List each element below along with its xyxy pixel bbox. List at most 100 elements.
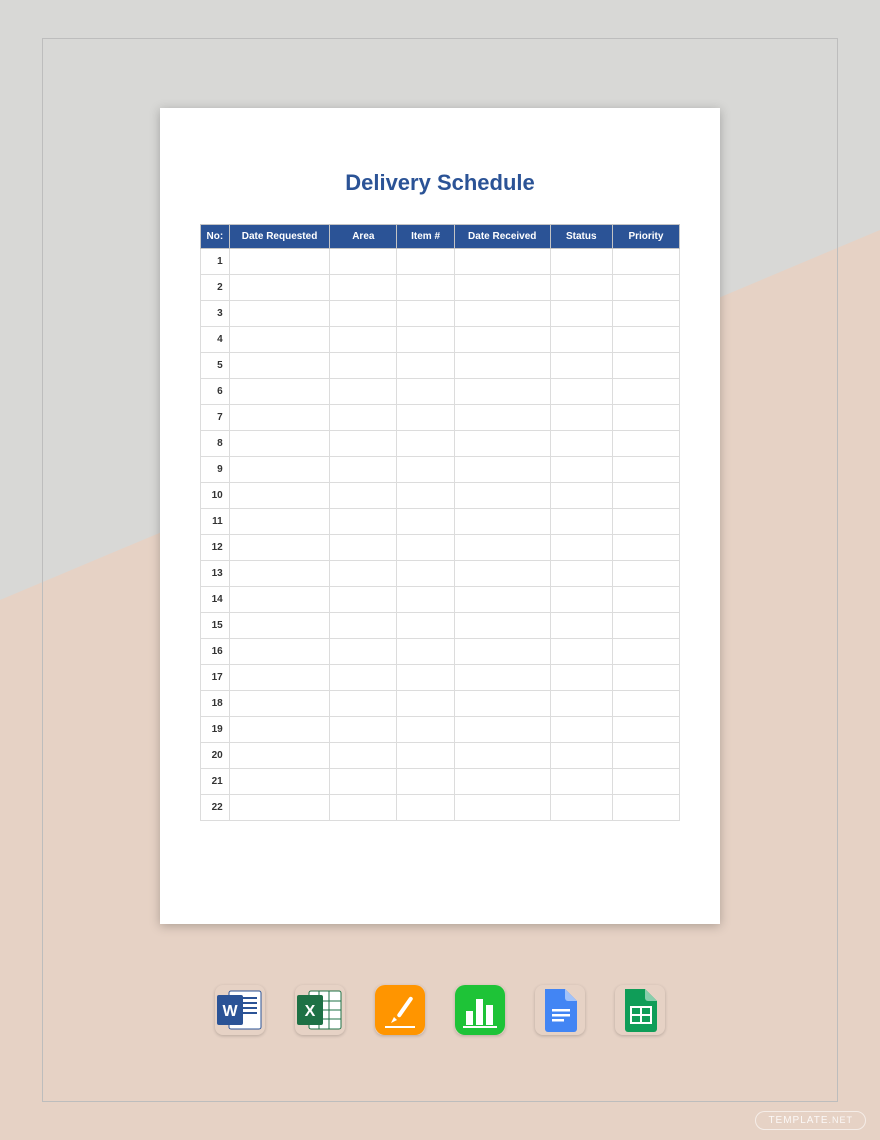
cell-area — [330, 405, 397, 431]
table-row: 4 — [201, 327, 680, 353]
cell-item — [397, 561, 454, 587]
table-row: 14 — [201, 587, 680, 613]
cell-priority — [612, 327, 679, 353]
cell-status — [550, 769, 612, 795]
cell-date_received — [454, 795, 550, 821]
cell-date_received — [454, 275, 550, 301]
cell-no: 2 — [201, 275, 230, 301]
pages-icon[interactable] — [375, 985, 425, 1035]
cell-no: 5 — [201, 353, 230, 379]
cell-area — [330, 639, 397, 665]
cell-no: 17 — [201, 665, 230, 691]
cell-date_requested — [229, 405, 330, 431]
cell-item — [397, 743, 454, 769]
google-docs-icon[interactable] — [535, 985, 585, 1035]
cell-date_requested — [229, 457, 330, 483]
cell-date_received — [454, 457, 550, 483]
table-row: 12 — [201, 535, 680, 561]
table-row: 21 — [201, 769, 680, 795]
table-row: 6 — [201, 379, 680, 405]
cell-item — [397, 483, 454, 509]
cell-date_received — [454, 769, 550, 795]
cell-date_received — [454, 665, 550, 691]
cell-date_received — [454, 717, 550, 743]
cell-priority — [612, 509, 679, 535]
cell-date_requested — [229, 769, 330, 795]
cell-date_received — [454, 561, 550, 587]
cell-area — [330, 561, 397, 587]
cell-status — [550, 353, 612, 379]
cell-area — [330, 717, 397, 743]
cell-date_requested — [229, 301, 330, 327]
cell-item — [397, 353, 454, 379]
cell-priority — [612, 379, 679, 405]
cell-date_received — [454, 327, 550, 353]
cell-area — [330, 483, 397, 509]
cell-no: 16 — [201, 639, 230, 665]
table-row: 22 — [201, 795, 680, 821]
cell-date_requested — [229, 431, 330, 457]
cell-area — [330, 769, 397, 795]
cell-area — [330, 431, 397, 457]
cell-area — [330, 353, 397, 379]
cell-item — [397, 613, 454, 639]
cell-priority — [612, 717, 679, 743]
cell-area — [330, 743, 397, 769]
cell-date_received — [454, 431, 550, 457]
cell-status — [550, 587, 612, 613]
cell-item — [397, 769, 454, 795]
cell-status — [550, 691, 612, 717]
cell-item — [397, 249, 454, 275]
cell-no: 11 — [201, 509, 230, 535]
cell-area — [330, 301, 397, 327]
cell-status — [550, 301, 612, 327]
cell-no: 22 — [201, 795, 230, 821]
cell-item — [397, 431, 454, 457]
cell-priority — [612, 457, 679, 483]
cell-no: 12 — [201, 535, 230, 561]
cell-item — [397, 275, 454, 301]
excel-icon[interactable]: X — [295, 985, 345, 1035]
table-row: 15 — [201, 613, 680, 639]
table-row: 16 — [201, 639, 680, 665]
cell-date_requested — [229, 327, 330, 353]
cell-date_received — [454, 691, 550, 717]
cell-priority — [612, 665, 679, 691]
cell-date_received — [454, 509, 550, 535]
cell-date_requested — [229, 275, 330, 301]
cell-status — [550, 795, 612, 821]
numbers-icon[interactable] — [455, 985, 505, 1035]
cell-item — [397, 379, 454, 405]
cell-date_requested — [229, 795, 330, 821]
table-row: 1 — [201, 249, 680, 275]
cell-no: 15 — [201, 613, 230, 639]
cell-no: 7 — [201, 405, 230, 431]
cell-date_received — [454, 301, 550, 327]
page-title: Delivery Schedule — [200, 170, 680, 196]
watermark-badge: TEMPLATE.NET — [755, 1111, 866, 1130]
document-page: Delivery Schedule No: Date Requested Are… — [160, 108, 720, 924]
cell-item — [397, 509, 454, 535]
table-row: 10 — [201, 483, 680, 509]
cell-area — [330, 249, 397, 275]
cell-date_received — [454, 249, 550, 275]
cell-priority — [612, 249, 679, 275]
cell-area — [330, 327, 397, 353]
word-icon[interactable]: W — [215, 985, 265, 1035]
cell-area — [330, 457, 397, 483]
google-sheets-icon[interactable] — [615, 985, 665, 1035]
cell-priority — [612, 353, 679, 379]
cell-priority — [612, 743, 679, 769]
cell-item — [397, 535, 454, 561]
cell-area — [330, 795, 397, 821]
cell-date_received — [454, 535, 550, 561]
cell-area — [330, 691, 397, 717]
col-header-priority: Priority — [612, 225, 679, 249]
cell-item — [397, 457, 454, 483]
cell-priority — [612, 639, 679, 665]
cell-no: 14 — [201, 587, 230, 613]
schedule-table: No: Date Requested Area Item # Date Rece… — [200, 224, 680, 821]
cell-date_requested — [229, 587, 330, 613]
watermark-tld: .NET — [828, 1115, 853, 1125]
cell-area — [330, 379, 397, 405]
